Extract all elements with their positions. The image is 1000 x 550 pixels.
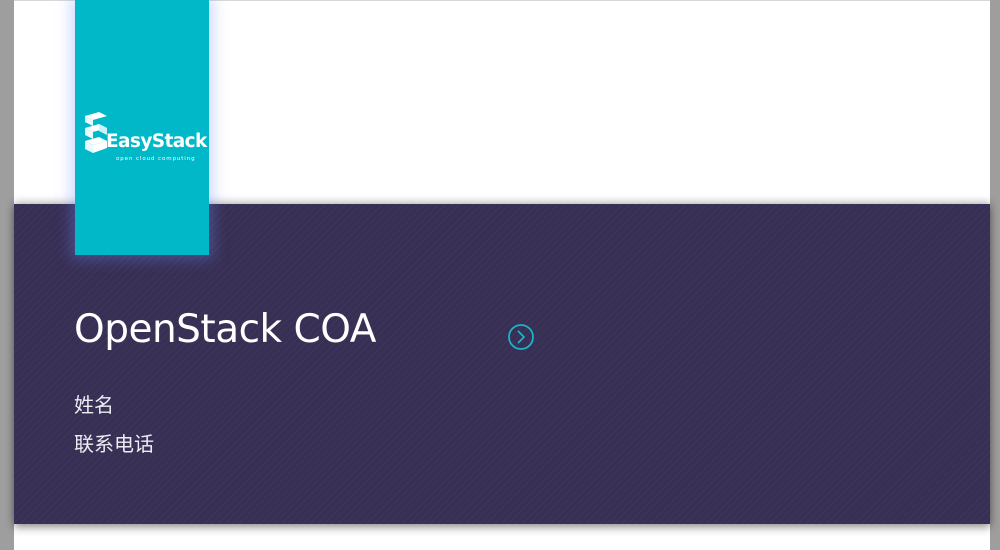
chevron-right-circle-icon [508,324,534,350]
logo-panel: EasyStack open cloud computing [75,0,209,255]
phone-label: 联系电话 [74,432,154,456]
name-label: 姓名 [74,393,114,417]
course-title: OpenStack COA [74,307,376,352]
logo-tagline: open cloud computing [116,156,196,162]
logo-wordmark: EasyStack [106,131,207,152]
next-button[interactable] [506,322,536,352]
